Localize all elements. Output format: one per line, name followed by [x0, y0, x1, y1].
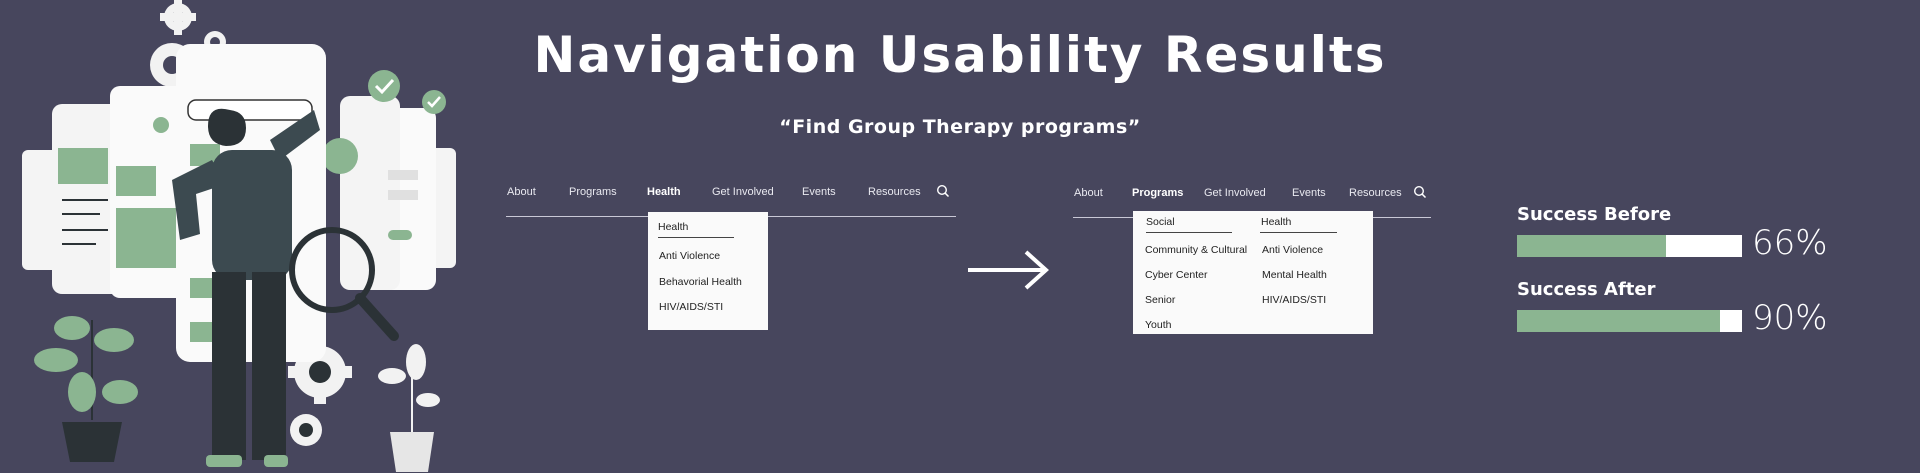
- divider: [658, 237, 734, 238]
- after-dropdown-item[interactable]: Mental Health: [1262, 269, 1327, 281]
- divider: [1146, 232, 1232, 233]
- after-nav-programs[interactable]: Programs: [1132, 187, 1183, 199]
- before-nav-programs[interactable]: Programs: [569, 186, 617, 198]
- before-nav-resources[interactable]: Resources: [868, 186, 921, 198]
- checkmark-icon: [422, 90, 446, 114]
- gear-icon: [290, 414, 322, 446]
- search-icon[interactable]: [936, 184, 950, 198]
- success-after-fill: [1517, 310, 1720, 332]
- before-dropdown-item[interactable]: Behavorial Health: [659, 276, 742, 288]
- before-nav-about[interactable]: About: [507, 186, 536, 198]
- page-title: Navigation Usability Results: [533, 26, 1387, 84]
- before-dropdown: Health Anti Violence Behavorial Health H…: [648, 212, 768, 330]
- after-dropdown-item[interactable]: Youth: [1145, 319, 1171, 331]
- after-dropdown: Social Community & Cultural Cyber Center…: [1133, 211, 1373, 334]
- success-after-label: Success After: [1517, 279, 1656, 300]
- task-subtitle: “Find Group Therapy programs”: [779, 116, 1141, 138]
- after-nav-get-involved[interactable]: Get Involved: [1204, 187, 1266, 199]
- success-before-bar: [1517, 235, 1742, 257]
- after-dropdown-item[interactable]: Senior: [1145, 294, 1175, 306]
- divider: [1260, 232, 1337, 233]
- success-after-bar: [1517, 310, 1742, 332]
- after-dropdown-health-heading: Health: [1261, 216, 1292, 228]
- success-after-value: 90%: [1752, 298, 1828, 338]
- after-nav-about[interactable]: About: [1074, 187, 1103, 199]
- before-nav-health[interactable]: Health: [647, 186, 681, 198]
- success-before-value: 66%: [1752, 223, 1828, 263]
- success-before-label: Success Before: [1517, 204, 1672, 225]
- success-before-fill: [1517, 235, 1666, 257]
- search-icon[interactable]: [1413, 185, 1427, 199]
- after-dropdown-social-heading: Social: [1146, 216, 1175, 228]
- after-dropdown-item[interactable]: Cyber Center: [1145, 269, 1207, 281]
- after-dropdown-item[interactable]: Community & Cultural: [1145, 244, 1247, 256]
- after-nav-resources[interactable]: Resources: [1349, 187, 1402, 199]
- before-dropdown-heading: Health: [658, 221, 689, 233]
- before-nav-get-involved[interactable]: Get Involved: [712, 186, 774, 198]
- before-dropdown-item[interactable]: Anti Violence: [659, 250, 720, 262]
- arrow-right-icon: [968, 250, 1049, 290]
- before-dropdown-item[interactable]: HIV/AIDS/STI: [659, 301, 723, 313]
- plant-icon: [378, 344, 440, 472]
- plant-icon: [34, 316, 138, 462]
- after-dropdown-item[interactable]: HIV/AIDS/STI: [1262, 294, 1326, 306]
- after-nav-events[interactable]: Events: [1292, 187, 1326, 199]
- after-dropdown-item[interactable]: Anti Violence: [1262, 244, 1323, 256]
- before-nav-events[interactable]: Events: [802, 186, 836, 198]
